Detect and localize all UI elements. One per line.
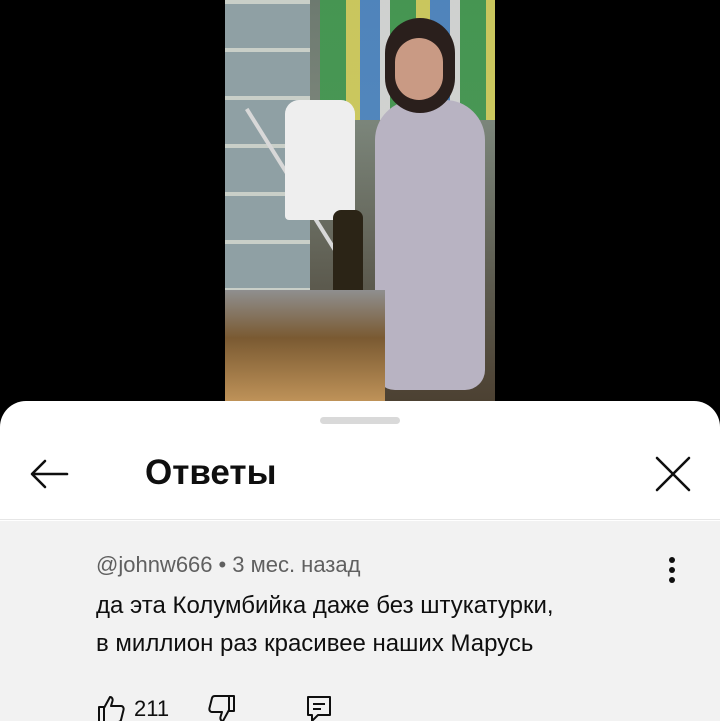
plastic-chair bbox=[285, 100, 355, 220]
comment-more-button[interactable] bbox=[655, 553, 689, 587]
more-vertical-icon bbox=[669, 557, 675, 583]
video-frame[interactable] bbox=[225, 0, 495, 410]
like-button[interactable]: 211 bbox=[96, 694, 169, 721]
thumb-up-icon bbox=[98, 696, 125, 721]
close-icon bbox=[655, 456, 691, 492]
meta-separator: • bbox=[218, 552, 227, 577]
person-face bbox=[395, 38, 443, 100]
back-button[interactable] bbox=[24, 449, 74, 499]
comment-time: 3 мес. назад bbox=[232, 552, 361, 577]
comment-text: да эта Колумбийка даже без штукатурки, в… bbox=[96, 587, 676, 663]
comment: @johnw666 • 3 мес. назад да эта Колумбийка… bbox=[0, 521, 720, 721]
bottle bbox=[333, 210, 363, 300]
reply-button[interactable] bbox=[305, 694, 333, 721]
replies-sheet: Ответы @johnw666 • 3 мес. назад да эта Кол… bbox=[0, 401, 720, 721]
comment-text-line: да эта Колумбийка даже без штукатурки, bbox=[96, 592, 554, 619]
sheet-title: Ответы bbox=[145, 453, 277, 492]
shop-counter bbox=[225, 290, 385, 410]
like-count: 211 bbox=[134, 696, 170, 721]
comment-meta: @johnw666 • 3 мес. назад bbox=[96, 551, 360, 579]
comment-actions: 211 bbox=[96, 689, 333, 721]
reply-comment-icon bbox=[307, 696, 332, 721]
video-player[interactable] bbox=[0, 0, 720, 420]
person-body bbox=[375, 100, 485, 390]
sheet-header: Ответы bbox=[0, 431, 720, 520]
comment-author[interactable]: @johnw666 bbox=[96, 552, 213, 577]
close-button[interactable] bbox=[648, 449, 698, 499]
thumb-down-icon bbox=[208, 695, 236, 721]
arrow-left-icon bbox=[30, 459, 69, 489]
drag-handle[interactable] bbox=[320, 417, 400, 424]
dislike-button[interactable] bbox=[207, 694, 237, 721]
comment-text-line: в миллион раз красивее наших Марусь bbox=[96, 630, 534, 657]
